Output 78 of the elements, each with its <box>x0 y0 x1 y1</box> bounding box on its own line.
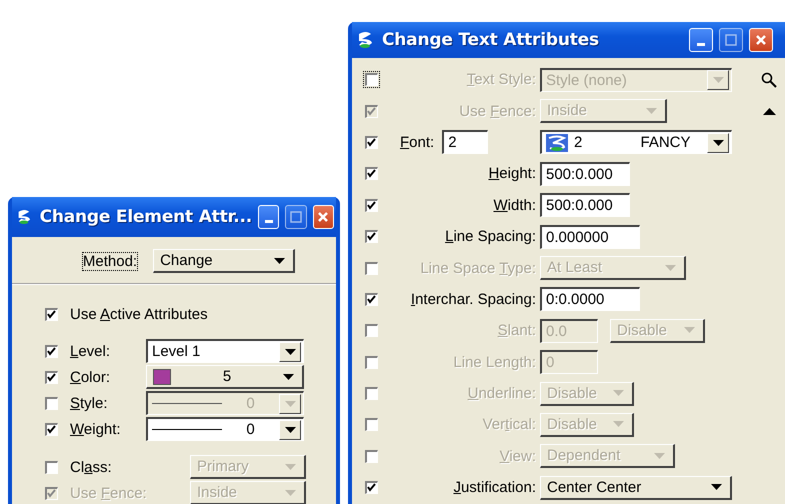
checkbox[interactable] <box>365 230 378 244</box>
caret-icon <box>684 327 695 334</box>
window-title: Change Text Attributes <box>382 30 600 50</box>
checkbox[interactable] <box>365 167 378 180</box>
minimize-icon <box>697 42 705 46</box>
input-field[interactable]: 500:0.000 <box>540 162 630 186</box>
dropdown-button[interactable]: Center Center <box>540 476 732 500</box>
input-field[interactable]: 500:0.000 <box>540 193 630 218</box>
checkbox[interactable] <box>45 308 58 320</box>
caret-icon <box>654 452 665 459</box>
field-label: Level: <box>70 342 112 360</box>
scroll-up-icon[interactable] <box>762 108 776 115</box>
caret-icon <box>613 390 624 396</box>
field-label: Slant: <box>498 322 536 340</box>
close-icon <box>317 211 330 223</box>
checkbox[interactable] <box>45 344 58 358</box>
caret-icon <box>665 264 676 271</box>
field-label: Width: <box>493 196 536 214</box>
maximize-icon <box>725 34 737 46</box>
checkbox[interactable] <box>365 292 378 306</box>
checkbox[interactable] <box>45 422 58 436</box>
field-label: Font: <box>400 134 434 151</box>
caret-icon <box>284 348 296 354</box>
checkbox[interactable] <box>365 136 378 149</box>
field-label: Text Style: <box>466 71 536 88</box>
caret-icon <box>646 108 657 114</box>
field-label: Class: <box>70 458 113 476</box>
field-label: Weight: <box>70 420 122 438</box>
field-label: Underline: <box>468 385 536 402</box>
caret-icon <box>285 490 296 496</box>
caret-icon <box>712 77 724 84</box>
caret-icon <box>712 140 724 146</box>
field-label: Vertical: <box>482 416 536 434</box>
minimize-button[interactable] <box>258 205 280 229</box>
caret-icon <box>284 426 296 432</box>
dropdown-button[interactable]: Change <box>153 249 296 273</box>
input-field[interactable]: 2 <box>442 130 488 154</box>
field-label: Line Length: <box>453 354 536 371</box>
font-icon <box>546 134 568 152</box>
field-label: Interchar. Spacing: <box>410 290 536 308</box>
field-label: Color: <box>70 368 112 386</box>
input-field[interactable]: 0:0.0000 <box>540 287 640 312</box>
line-style-sample <box>152 403 222 404</box>
caret-icon <box>711 484 722 490</box>
field-label: Use Fence: <box>70 484 148 502</box>
input-field[interactable]: 0.000000 <box>540 224 640 249</box>
field-label: Use Active Attributes <box>70 306 209 322</box>
field-label: Line Space Type: <box>420 260 536 277</box>
window-title: Change Element Attr... <box>40 207 252 227</box>
combo-box[interactable]: 0 <box>146 417 304 441</box>
maximize-button[interactable] <box>719 28 743 52</box>
minimize-icon <box>264 220 273 222</box>
caret-icon <box>274 258 286 264</box>
checkbox[interactable] <box>45 370 58 384</box>
combo-box[interactable]: Level 1 <box>146 339 304 363</box>
field-label: Line Spacing: <box>445 228 536 246</box>
caret-icon <box>285 464 296 470</box>
line-style-sample <box>152 429 222 430</box>
caret-icon <box>283 374 294 380</box>
close-button[interactable] <box>312 205 334 229</box>
caret-icon <box>284 400 296 406</box>
field-label: Justification: <box>453 479 536 496</box>
search-icon[interactable] <box>761 72 777 88</box>
checkbox[interactable] <box>365 198 378 212</box>
caret-icon <box>613 421 624 428</box>
minimize-button[interactable] <box>689 28 713 52</box>
maximize-icon <box>290 211 302 223</box>
close-icon <box>755 34 767 46</box>
font-combo-box[interactable]: 2 FANCY <box>540 130 732 154</box>
field-label: Use Fence: <box>459 102 536 120</box>
maximize-button[interactable] <box>285 205 307 229</box>
field-label: Height: <box>488 165 536 182</box>
field-label: Method: <box>82 252 138 270</box>
checkbox[interactable] <box>365 481 378 494</box>
field-label: Style: <box>70 394 109 412</box>
close-button[interactable] <box>749 28 773 52</box>
field-label: View: <box>500 448 536 465</box>
color-dropdown[interactable]: 5 <box>146 365 304 389</box>
